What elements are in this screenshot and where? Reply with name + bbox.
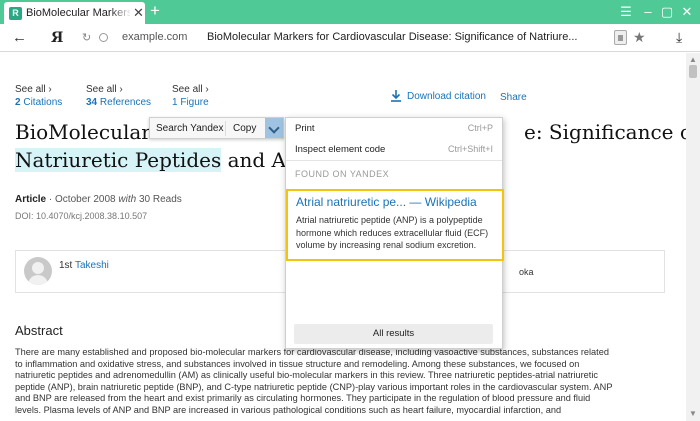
tab-bar: R BioMolecular Markers for ✕ + ☰ – ▢ ✕: [0, 0, 700, 24]
share-link[interactable]: Share: [500, 92, 527, 103]
url-page-title[interactable]: BioMolecular Markers for Cardiovascular …: [207, 31, 607, 43]
copy-button[interactable]: Copy: [233, 123, 256, 134]
toolbar-divider: [225, 121, 226, 136]
new-tab-button[interactable]: +: [150, 1, 160, 21]
menu-divider: [286, 160, 502, 161]
search-yandex-button[interactable]: Search Yandex: [156, 123, 223, 134]
found-on-yandex-heading: FOUND ON YANDEX: [295, 169, 390, 179]
tab-close-icon[interactable]: ✕: [133, 5, 144, 21]
active-tab[interactable]: R BioMolecular Markers for ✕: [4, 2, 145, 24]
selection-toolbar: Search Yandex Copy: [149, 117, 284, 139]
article-doi[interactable]: DOI: 10.4070/kcj.2008.38.10.507: [15, 211, 147, 221]
references-label: References: [99, 97, 152, 108]
abstract-heading: Abstract: [15, 323, 63, 338]
author-1: 1st Takeshi: [59, 260, 109, 271]
wikipedia-result-description: Atrial natriuretic peptide (ANP) is a po…: [296, 215, 489, 250]
downloads-icon[interactable]: ⤓: [676, 28, 682, 46]
abstract-line: peptide (ANP), brain natriuretic peptide…: [15, 381, 613, 392]
citations-label: Citations: [23, 97, 63, 108]
inspect-label: Inspect element code: [295, 144, 386, 155]
vertical-scrollbar[interactable]: ▲ ▼: [686, 53, 700, 421]
article-meta: Article · October 2008 with 30 Reads: [15, 194, 182, 205]
references-count: 34: [86, 97, 98, 108]
article-type: Article: [15, 194, 47, 205]
print-shortcut: Ctrl+P: [467, 123, 493, 133]
article-title-line1: BioMolecular: [15, 120, 151, 144]
selected-text-highlight[interactable]: Natriuretic Peptides: [15, 148, 222, 172]
abstract-line: and BNP are released from the heart and …: [15, 393, 591, 404]
wikipedia-result-title[interactable]: Atrial natriuretic pe... — Wikipedia: [296, 195, 494, 209]
author-2-name[interactable]: oka: [519, 267, 534, 277]
all-results-button[interactable]: All results: [294, 324, 493, 344]
scroll-thumb[interactable]: [689, 65, 697, 78]
see-all-figures[interactable]: See all ›: [172, 84, 209, 95]
restore-icon[interactable]: ▢: [657, 3, 677, 21]
url-domain[interactable]: example.com: [122, 31, 187, 43]
reload-icon[interactable]: ↻: [82, 30, 91, 46]
article-date: · October 2008: [48, 194, 116, 205]
wikipedia-result-card[interactable]: Atrial natriuretic pe... — Wikipedia Atr…: [286, 189, 504, 261]
browser-window: R BioMolecular Markers for ✕ + ☰ – ▢ ✕ ←…: [0, 0, 700, 421]
tab-title-fade: [110, 5, 132, 21]
abstract-text: There are many established and proposed …: [15, 347, 677, 417]
abstract-line: levels. Plasma levels of ANP and BNP are…: [15, 404, 562, 415]
back-arrow-icon[interactable]: ←: [12, 28, 27, 48]
avatar-body-shape: [28, 275, 48, 285]
citations-count: 2: [15, 97, 21, 108]
figures-label: Figure: [180, 97, 209, 108]
site-info-icon[interactable]: [99, 33, 108, 42]
avatar-head-shape: [32, 262, 44, 274]
download-icon[interactable]: [389, 89, 403, 103]
bookmark-star-icon[interactable]: ★: [633, 28, 646, 46]
inspect-shortcut: Ctrl+Shift+I: [447, 144, 493, 154]
article-reads: 30 Reads: [138, 194, 182, 205]
inspect-menu-item[interactable]: Inspect element code Ctrl+Shift+I: [286, 139, 502, 159]
download-citation-link[interactable]: Download citation: [407, 91, 486, 102]
article-title-line1-end: e: Significance of: [524, 120, 686, 144]
author-position: 1st: [59, 260, 73, 271]
avatar[interactable]: [24, 257, 52, 285]
author-name-link[interactable]: Takeshi: [75, 260, 109, 271]
print-menu-item[interactable]: Print Ctrl+P: [286, 118, 502, 138]
browser-menu-icon[interactable]: ☰: [616, 3, 636, 21]
close-window-icon[interactable]: ✕: [677, 3, 697, 21]
figures-count: 1: [172, 97, 178, 108]
site-favicon-icon: R: [9, 7, 22, 20]
address-bar: ← Я ↻ example.com BioMolecular Markers f…: [0, 24, 700, 52]
see-all-references[interactable]: See all ›: [86, 84, 123, 95]
scroll-up-icon[interactable]: ▲: [689, 55, 697, 64]
abstract-line: natriuretic peptides and adrenomedullin …: [15, 370, 598, 381]
see-all-citations[interactable]: See all ›: [15, 84, 52, 95]
print-label: Print: [295, 123, 315, 134]
minimize-icon[interactable]: –: [638, 3, 658, 21]
reader-mode-icon[interactable]: [614, 30, 627, 45]
figures-link[interactable]: 1 Figure: [172, 97, 209, 108]
chevron-down-icon[interactable]: [265, 118, 283, 138]
yandex-logo-icon[interactable]: Я: [51, 29, 63, 47]
abstract-line: to inflammation and oxidative stress, an…: [15, 358, 580, 369]
references-link[interactable]: 34 References: [86, 97, 151, 108]
page-content: See all › 2 Citations See all › 34 Refer…: [0, 53, 686, 421]
context-menu: Print Ctrl+P Inspect element code Ctrl+S…: [285, 117, 504, 349]
article-with: with: [118, 194, 137, 205]
article-title-line2: Natriuretic Peptides and Ad: [15, 147, 299, 173]
citations-link[interactable]: 2 Citations: [15, 97, 62, 108]
scroll-down-icon[interactable]: ▼: [689, 409, 697, 418]
